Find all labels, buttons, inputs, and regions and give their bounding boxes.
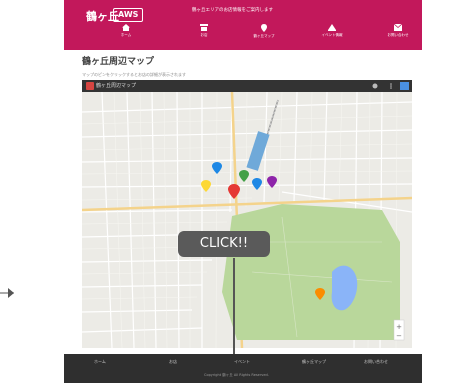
page-title: 鶴ヶ丘周辺マップ <box>82 57 155 67</box>
map-toolbar: 鶴ヶ丘周辺マップ <box>82 80 412 92</box>
shop-icon <box>200 24 208 31</box>
share-icon[interactable] <box>372 83 378 89</box>
map-canvas[interactable]: + − <box>82 92 412 348</box>
home-icon <box>122 24 130 31</box>
zoom-out-icon[interactable]: − <box>396 332 402 340</box>
nav-label: ホーム <box>120 33 132 37</box>
nav-item-contact[interactable]: お問い合わせ <box>378 24 418 48</box>
nav-label: お店 <box>200 33 208 37</box>
footer-link-home[interactable]: ホーム <box>94 359 106 365</box>
site-header: 鶴ヶ丘 AWS 鶴ヶ丘エリアのお店情報をご案内します ホーム お店 鶴ヶ丘マップ… <box>64 0 422 50</box>
footer-link-map[interactable]: 鶴ヶ丘マップ <box>302 359 326 365</box>
page-subtitle: マップのピンをクリックするとお店の詳細が表示されます <box>82 72 186 77</box>
embedded-map[interactable]: 鶴ヶ丘周辺マップ + − <box>82 80 412 348</box>
nav-label: 鶴ヶ丘マップ <box>253 34 275 38</box>
nav-item-home[interactable]: ホーム <box>106 24 146 48</box>
more-icon[interactable] <box>388 83 394 89</box>
map-park <box>222 204 400 340</box>
map-title: 鶴ヶ丘周辺マップ <box>96 83 137 89</box>
site-footer: ホーム お店 イベント 鶴ヶ丘マップ お問い合わせ Copyright 鶴ヶ丘 … <box>64 354 422 383</box>
event-icon <box>328 24 336 31</box>
click-callout: CLICK!! <box>178 231 270 257</box>
map-logo-icon <box>86 82 94 90</box>
logo-badge: AWS <box>113 8 144 22</box>
nav-label: イベント情報 <box>321 33 343 37</box>
footer-copyright: Copyright 鶴ヶ丘 All Rights Reserved. <box>204 373 269 377</box>
arrow-right-icon <box>0 288 14 298</box>
footer-link-shop[interactable]: お店 <box>169 359 177 365</box>
zoom-in-icon[interactable]: + <box>396 323 402 331</box>
nav-item-map[interactable]: 鶴ヶ丘マップ <box>244 24 284 48</box>
site-tagline: 鶴ヶ丘エリアのお店情報をご案内します <box>192 8 273 13</box>
map-pin-icon <box>261 24 267 32</box>
nav-label: お問い合わせ <box>387 33 409 37</box>
mail-icon <box>394 24 402 31</box>
fullscreen-icon[interactable] <box>400 82 409 90</box>
footer-link-contact[interactable]: お問い合わせ <box>364 359 388 365</box>
nav-item-event[interactable]: イベント情報 <box>312 24 352 48</box>
nav-item-shop[interactable]: お店 <box>184 24 224 48</box>
footer-link-event[interactable]: イベント <box>234 359 250 365</box>
